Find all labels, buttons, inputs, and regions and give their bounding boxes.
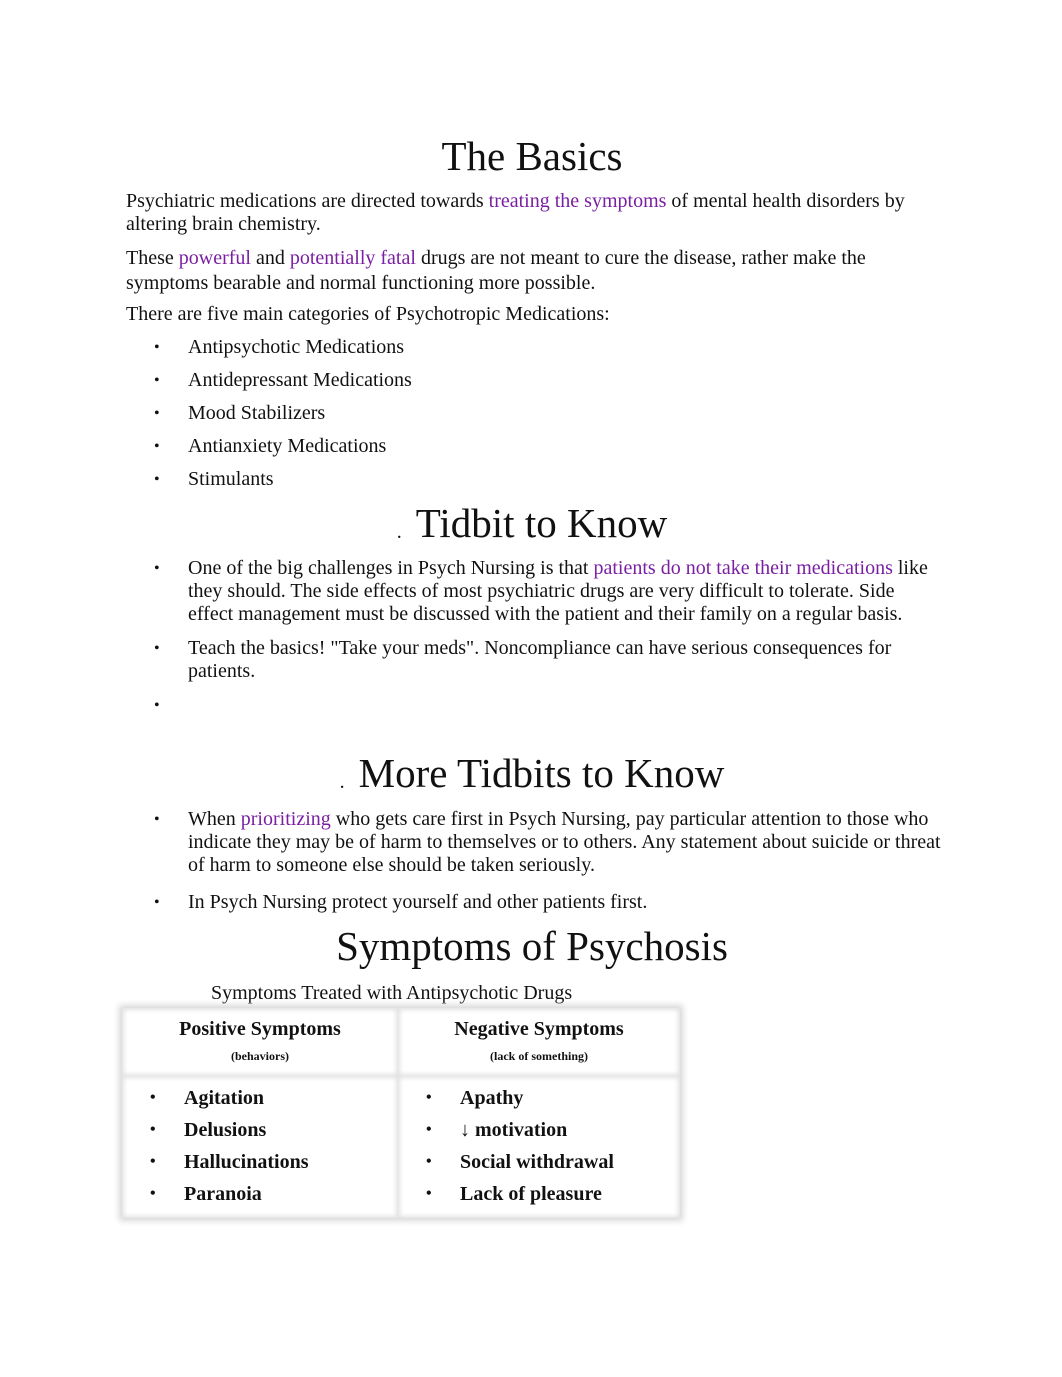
more-tidbits-list: When prioritizing who gets care first in… xyxy=(126,808,941,914)
list-item: Agitation xyxy=(122,1082,398,1114)
symptoms-table: Positive Symptoms (behaviors) Negative S… xyxy=(122,1008,680,1218)
text: One of the big challenges in Psych Nursi… xyxy=(188,557,594,579)
tidbit-list: One of the big challenges in Psych Nursi… xyxy=(126,557,941,717)
list-item: One of the big challenges in Psych Nursi… xyxy=(126,557,941,626)
list-item: Stimulants xyxy=(126,468,941,491)
list-item: Paranoia xyxy=(122,1178,398,1210)
negative-header-cell: Negative Symptoms (lack of something) xyxy=(398,1008,680,1076)
highlight-treating-symptoms: treating the symptoms xyxy=(488,190,667,212)
list-item: Hallucinations xyxy=(122,1146,398,1178)
heading-bullet: . xyxy=(396,520,402,543)
list-item: In Psych Nursing protect yourself and ot… xyxy=(126,891,941,914)
list-item: Social withdrawal xyxy=(398,1146,680,1178)
highlight-noncompliance: patients do not take their medications xyxy=(593,557,893,579)
negative-title: Negative Symptoms xyxy=(454,1018,624,1040)
list-item: ↓ motivation xyxy=(398,1114,680,1146)
text: These xyxy=(126,247,179,269)
list-item: Antianxiety Medications xyxy=(126,435,941,458)
heading-more-tidbits: . More Tidbits to Know xyxy=(126,753,938,794)
positive-header-cell: Positive Symptoms (behaviors) xyxy=(122,1008,398,1076)
heading-text: More Tidbits to Know xyxy=(358,750,725,796)
heading-tidbit: . Tidbit to Know xyxy=(126,503,938,544)
negative-symptoms-cell: Apathy ↓ motivation Social withdrawal La… xyxy=(398,1076,680,1218)
list-item: Antipsychotic Medications xyxy=(126,336,941,359)
heading-the-basics: The Basics xyxy=(441,133,623,179)
negative-symptoms-list: Apathy ↓ motivation Social withdrawal La… xyxy=(398,1082,680,1210)
list-item-empty xyxy=(126,694,941,717)
positive-title: Positive Symptoms xyxy=(179,1018,341,1040)
positive-subtitle: (behaviors) xyxy=(231,1049,289,1063)
heading-symptoms-psychosis: Symptoms of Psychosis xyxy=(336,923,728,969)
basics-paragraph-2: These powerful and potentially fatal dru… xyxy=(126,246,941,296)
basics-paragraph-3: There are five main categories of Psycho… xyxy=(126,303,610,325)
heading-bullet: . xyxy=(339,770,345,793)
list-item: When prioritizing who gets care first in… xyxy=(126,808,941,877)
text: and xyxy=(250,247,290,269)
list-item: Delusions xyxy=(122,1114,398,1146)
list-item: Apathy xyxy=(398,1082,680,1114)
highlight-prioritizing: prioritizing xyxy=(240,808,331,830)
text: Psychiatric medications are directed tow… xyxy=(126,190,484,212)
list-item: Antidepressant Medications xyxy=(126,369,941,392)
list-item: Mood Stabilizers xyxy=(126,402,941,425)
category-list: Antipsychotic Medications Antidepressant… xyxy=(126,336,941,491)
highlight-powerful: powerful xyxy=(178,247,251,269)
positive-symptoms-cell: Agitation Delusions Hallucinations Paran… xyxy=(122,1076,398,1218)
highlight-potentially-fatal: potentially fatal xyxy=(289,247,416,269)
list-item: Lack of pleasure xyxy=(398,1178,680,1210)
text: When xyxy=(188,808,241,830)
heading-text: Tidbit to Know xyxy=(415,500,668,546)
positive-symptoms-list: Agitation Delusions Hallucinations Paran… xyxy=(122,1082,398,1210)
negative-subtitle: (lack of something) xyxy=(490,1049,588,1063)
list-item: Teach the basics! "Take your meds". Nonc… xyxy=(126,637,941,683)
table-caption: Symptoms Treated with Antipsychotic Drug… xyxy=(211,982,573,1004)
basics-paragraph-1: Psychiatric medications are directed tow… xyxy=(126,190,941,236)
